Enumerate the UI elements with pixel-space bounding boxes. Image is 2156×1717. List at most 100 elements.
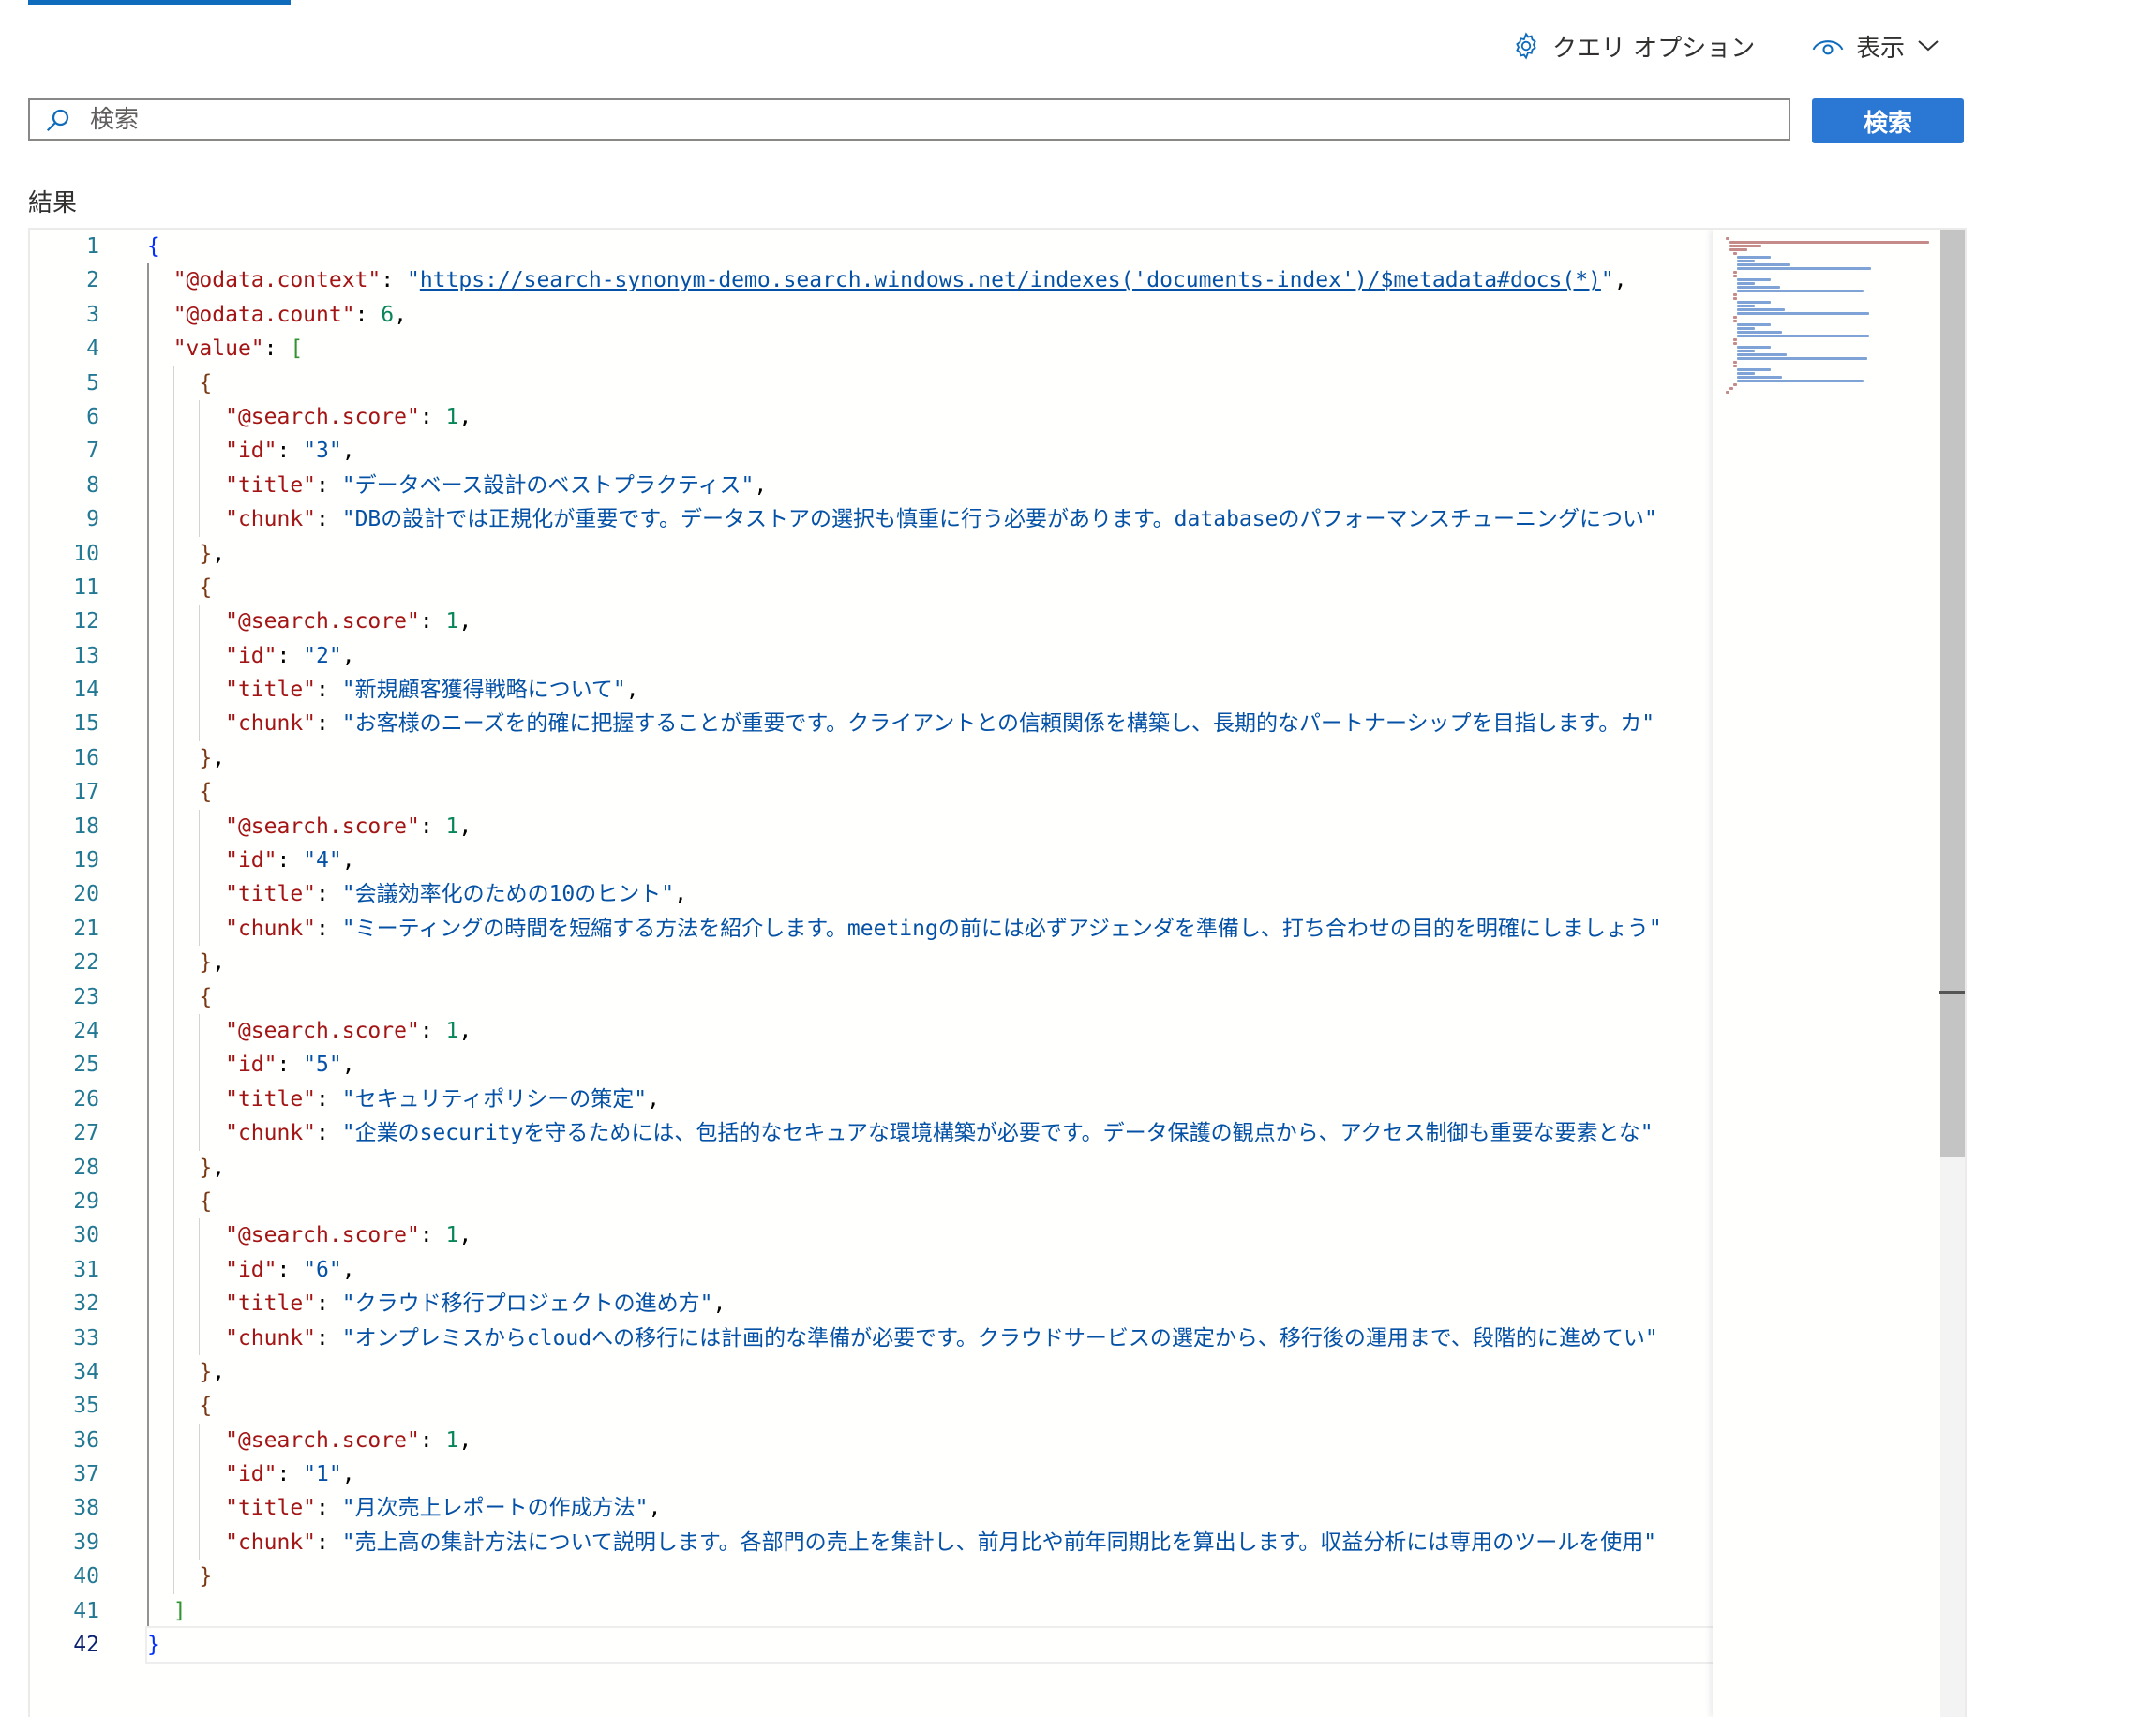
line-number: 40 <box>73 1564 99 1590</box>
code-text: "id": "1", <box>225 1462 355 1487</box>
json-results-editor[interactable]: 1 2 3 4 5 6 7 8 9 10 11 12 13 14 15 16 17 18 19 20 21 22 23 24 2… <box>28 228 1967 1717</box>
indent-guide <box>172 468 174 503</box>
code-line[interactable]: "@search.score": 1, <box>147 399 1713 435</box>
minimap-line <box>1737 335 1869 337</box>
eye-icon <box>1811 32 1845 60</box>
indent-guide <box>147 1150 149 1185</box>
indent-guide <box>172 1560 174 1594</box>
code-line[interactable]: { <box>147 366 1713 400</box>
code-line[interactable]: { <box>147 1184 1713 1219</box>
code-line[interactable]: "@search.score": 1, <box>147 809 1713 844</box>
minimap-line <box>1737 308 1786 311</box>
code-line[interactable]: "@odata.count": 6, <box>147 297 1713 333</box>
line-number: 33 <box>73 1325 99 1351</box>
indent-guide <box>199 1321 201 1355</box>
indent-guide <box>199 1491 201 1526</box>
code-line[interactable]: }, <box>147 1354 1713 1390</box>
code-line[interactable]: }, <box>147 1150 1713 1185</box>
code-line[interactable]: "chunk": "オンプレミスからcloudへの移行には計画的な準備が必要です… <box>147 1321 1713 1355</box>
code-line[interactable]: }, <box>147 946 1713 980</box>
code-line[interactable]: }, <box>147 536 1713 571</box>
minimap[interactable] <box>1713 230 1965 1717</box>
indent-guide <box>147 263 149 298</box>
code-line[interactable]: "@search.score": 1, <box>147 1013 1713 1049</box>
code-line[interactable]: "@odata.context": "https://search-synony… <box>147 263 1713 298</box>
minimap-line <box>1733 297 1737 300</box>
indent-guide <box>147 1252 149 1288</box>
query-options-button[interactable]: クエリ オプション <box>1511 26 1755 66</box>
line-number: 25 <box>73 1053 99 1078</box>
code-line[interactable]: "title": "クラウド移行プロジェクトの進め方", <box>147 1287 1713 1321</box>
code-line[interactable]: "title": "月次売上レポートの作成方法", <box>147 1491 1713 1526</box>
view-menu-button[interactable]: 表示 <box>1811 26 1940 66</box>
line-number: 35 <box>73 1394 99 1419</box>
line-number: 26 <box>73 1086 99 1112</box>
code-line[interactable]: "@search.score": 1, <box>147 1423 1713 1458</box>
code-line[interactable]: "id": "4", <box>147 844 1713 878</box>
minimap-line <box>1737 350 1755 352</box>
code-line[interactable]: "id": "2", <box>147 638 1713 674</box>
code-text: "id": "5", <box>225 1053 355 1078</box>
code-line[interactable]: "value": [ <box>147 332 1713 366</box>
code-line[interactable]: ] <box>147 1593 1713 1629</box>
minimap-line <box>1737 263 1790 266</box>
indent-guide <box>199 1287 201 1321</box>
code-line[interactable]: "chunk": "DBの設計では正規化が重要です。データストアの選択も慎重に行… <box>147 502 1713 537</box>
line-number: 38 <box>73 1496 99 1521</box>
indent-guide <box>147 946 149 980</box>
search-field[interactable] <box>28 98 1790 141</box>
minimap-line <box>1729 387 1733 390</box>
code-line[interactable]: "title": "会議効率化のための10のヒント", <box>147 877 1713 912</box>
indent-guide <box>172 911 174 947</box>
minimap-line <box>1737 368 1772 371</box>
minimap-line <box>1737 380 1864 382</box>
search-input[interactable] <box>86 104 1789 135</box>
search-button[interactable]: 検索 <box>1812 98 1964 143</box>
indent-guide <box>199 1525 201 1560</box>
indent-guide <box>147 673 149 708</box>
code-text: "@odata.count": 6, <box>172 302 407 327</box>
code-text: "title": "データベース設計のベストプラクティス", <box>225 472 768 498</box>
code-line[interactable]: "chunk": "売上高の集計方法について説明します。各部門の売上を集計し、前… <box>147 1525 1713 1560</box>
code-line[interactable]: } <box>145 1625 1713 1665</box>
code-line[interactable]: "chunk": "ミーティングの時間を短縮する方法を紹介します。meeting… <box>147 911 1713 947</box>
line-number: 41 <box>73 1598 99 1623</box>
code-line[interactable]: "title": "セキュリティポリシーの策定", <box>147 1082 1713 1117</box>
minimap-line <box>1737 305 1755 307</box>
code-line[interactable]: { <box>147 230 1713 263</box>
code-line[interactable]: "id": "6", <box>147 1252 1713 1288</box>
line-number: 39 <box>73 1530 99 1555</box>
indent-guide <box>172 673 174 708</box>
code-line[interactable]: "title": "新規顧客獲得戦略について", <box>147 673 1713 708</box>
code-line[interactable]: { <box>147 1389 1713 1424</box>
indent-guide <box>199 1082 201 1117</box>
code-line[interactable]: "id": "5", <box>147 1048 1713 1082</box>
code-line[interactable]: "id": "3", <box>147 434 1713 469</box>
code-text: { <box>199 575 213 600</box>
code-line[interactable]: { <box>147 775 1713 810</box>
indent-guide <box>172 844 174 878</box>
code-area[interactable]: 1 2 3 4 5 6 7 8 9 10 11 12 13 14 15 16 17 18 19 20 21 22 23 24 2… <box>30 230 1713 1717</box>
indent-guide <box>147 502 149 537</box>
code-line[interactable]: }, <box>147 740 1713 776</box>
code-text: "id": "4", <box>225 848 355 873</box>
indent-guide <box>199 605 201 639</box>
indent-guide <box>172 1218 174 1253</box>
code-line[interactable]: { <box>147 570 1713 605</box>
code-line[interactable]: "@search.score": 1, <box>147 1218 1713 1253</box>
gear-icon <box>1511 31 1541 61</box>
code-line[interactable]: "chunk": "企業のsecurityを守るためには、包括的なセキュアな環境… <box>147 1116 1713 1151</box>
code-text: }, <box>199 1155 226 1180</box>
code-line[interactable]: } <box>147 1560 1713 1594</box>
code-line[interactable]: "id": "1", <box>147 1457 1713 1492</box>
query-options-label: クエリ オプション <box>1552 34 1756 63</box>
code-line[interactable]: "@search.score": 1, <box>147 605 1713 639</box>
indent-guide <box>172 1150 174 1185</box>
code-line[interactable]: "chunk": "お客様のニーズを的確に把握することが重要です。クライアントと… <box>147 707 1713 741</box>
minimap-line <box>1737 357 1867 360</box>
code-line[interactable]: { <box>147 979 1713 1014</box>
code-text: }, <box>199 745 226 770</box>
scrollbar-thumb[interactable] <box>1940 230 1965 1157</box>
code-lines[interactable]: { "@odata.context": "https://search-syno… <box>145 230 1713 1665</box>
code-line[interactable]: "title": "データベース設計のベストプラクティス", <box>147 468 1713 503</box>
